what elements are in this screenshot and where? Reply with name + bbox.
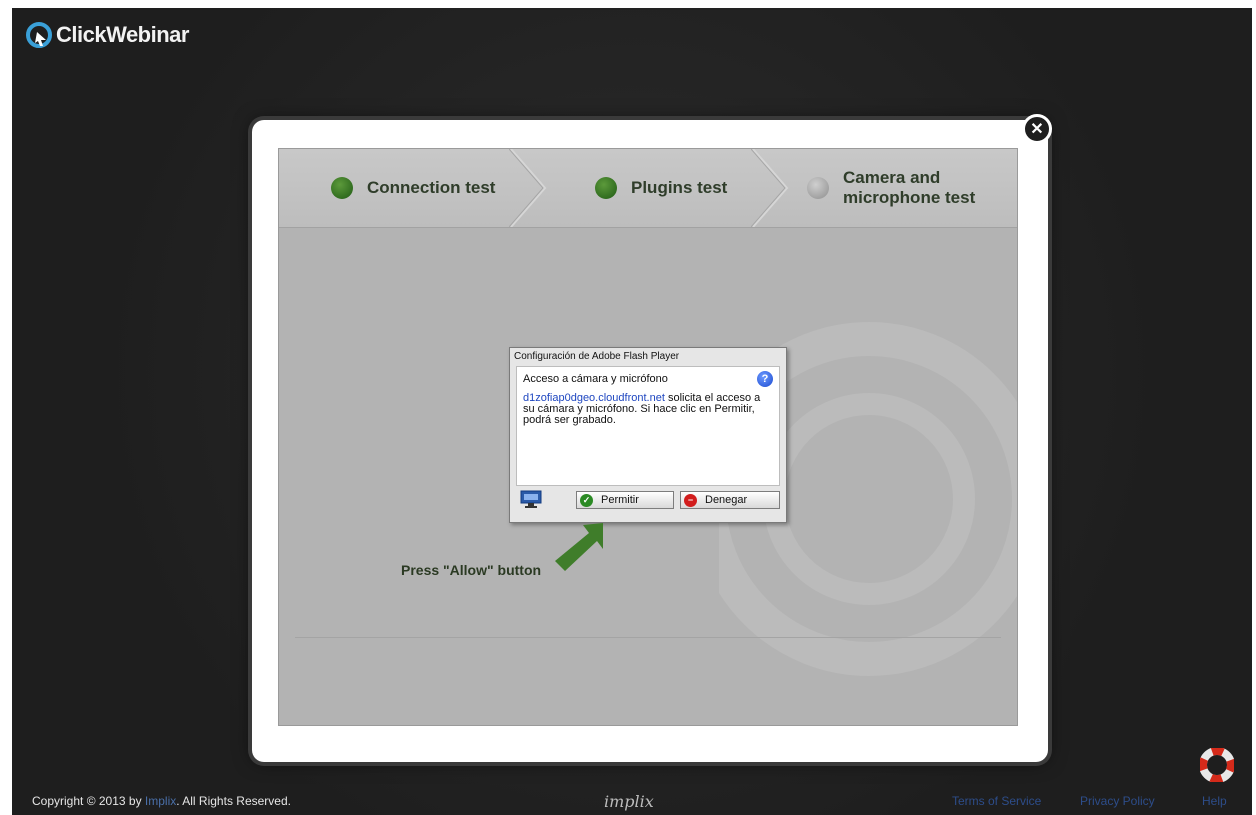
footer: Copyright © 2013 by Implix. All Rights R… xyxy=(12,788,1252,815)
copyright-prefix: Copyright © 2013 by xyxy=(32,794,145,808)
step-label: Camera and microphone test xyxy=(843,168,975,208)
deny-icon: − xyxy=(684,493,697,507)
flash-dialog-actions: ✓ Permitir − Denegar xyxy=(516,488,780,514)
wizard-content: Connection test Plugins test Camera and … xyxy=(278,148,1018,726)
step-status-done-icon xyxy=(595,177,617,199)
step-camera-microphone-test: Camera and microphone test xyxy=(807,149,975,227)
step-label-line1: Camera and xyxy=(843,168,941,187)
app-background: ClickWebinar Connection test Plugins tes… xyxy=(12,8,1252,815)
close-button[interactable]: ✕ xyxy=(1022,114,1052,144)
close-icon: ✕ xyxy=(1030,121,1044,138)
deny-button[interactable]: − Denegar xyxy=(680,491,780,509)
allow-button[interactable]: ✓ Permitir xyxy=(576,491,674,509)
help-icon[interactable]: ? xyxy=(757,371,773,387)
deny-button-label: Denegar xyxy=(705,494,748,506)
flash-dialog-title: Configuración de Adobe Flash Player xyxy=(514,351,680,362)
implix-link[interactable]: Implix xyxy=(145,794,176,808)
lifebuoy-icon[interactable] xyxy=(1200,748,1234,782)
help-link[interactable]: Help xyxy=(1202,794,1227,808)
privacy-policy-link[interactable]: Privacy Policy xyxy=(1080,794,1155,808)
step-status-pending-icon xyxy=(807,177,829,199)
copyright-suffix: . All Rights Reserved. xyxy=(176,794,291,808)
implix-logo: implix xyxy=(604,792,654,811)
flash-dialog-body: Acceso a cámara y micrófono ? d1zofiap0d… xyxy=(516,366,780,486)
arrow-icon xyxy=(555,523,603,571)
content-divider xyxy=(295,637,1001,638)
monitor-icon[interactable] xyxy=(520,490,542,508)
brand-name: ClickWebinar xyxy=(56,22,189,47)
step-connection-test: Connection test xyxy=(331,149,495,227)
hint-text: Press "Allow" button xyxy=(401,562,542,578)
flash-dialog-message: d1zofiap0dgeo.cloudfront.net solicita el… xyxy=(523,393,769,426)
terms-of-service-link[interactable]: Terms of Service xyxy=(952,794,1041,808)
logo-icon xyxy=(26,22,52,48)
step-status-done-icon xyxy=(331,177,353,199)
chevron-divider-icon xyxy=(751,149,789,227)
step-progress-bar: Connection test Plugins test Camera and … xyxy=(279,149,1017,228)
brand-logo[interactable]: ClickWebinar xyxy=(26,22,189,48)
step-plugins-test: Plugins test xyxy=(595,149,727,227)
allow-button-label: Permitir xyxy=(601,494,639,506)
copyright-text: Copyright © 2013 by Implix. All Rights R… xyxy=(32,794,291,808)
step-label: Plugins test xyxy=(631,178,728,197)
flash-settings-dialog: Configuración de Adobe Flash Player Acce… xyxy=(509,347,787,523)
step-label: Connection test xyxy=(367,178,496,197)
check-icon: ✓ xyxy=(580,493,593,507)
step-label-line2: microphone test xyxy=(843,188,976,207)
flash-dialog-heading: Acceso a cámara y micrófono xyxy=(523,373,668,385)
test-wizard-modal: Connection test Plugins test Camera and … xyxy=(252,120,1048,762)
chevron-divider-icon xyxy=(509,149,547,227)
